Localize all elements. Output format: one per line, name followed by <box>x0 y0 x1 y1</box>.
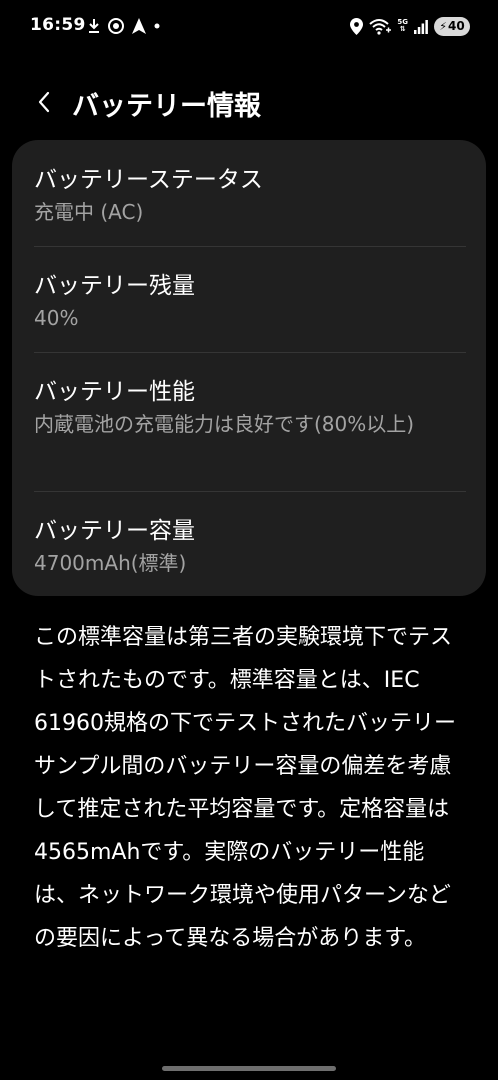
back-button[interactable] <box>30 88 58 116</box>
notification-dot-icon <box>153 22 161 30</box>
wifi-icon <box>369 18 392 35</box>
signal-icon <box>414 19 428 34</box>
status-bar: 16:59 5G ⇅ ⚡ 40 <box>0 0 498 56</box>
navigation-arrow-icon <box>132 18 146 34</box>
battery-performance-value: 内蔵電池の充電能力は良好です(80%以上) <box>34 412 415 436</box>
battery-capacity-row[interactable]: バッテリー容量 4700mAh(標準) <box>12 491 486 596</box>
data-arrows-icon: ⇅ <box>399 25 406 33</box>
charging-bolt-icon: ⚡ <box>439 19 448 33</box>
battery-status-row[interactable]: バッテリーステータス 充電中 (AC) <box>12 140 486 246</box>
battery-capacity-title: バッテリー容量 <box>34 518 195 544</box>
battery-level: 40 <box>448 19 465 33</box>
page-title: バッテリー情報 <box>72 91 261 122</box>
battery-capacity-value: 4700mAh(標準) <box>34 551 187 575</box>
capacity-description: この標準容量は第三者の実験環境下でテストされたものです。標準容量とは、IEC 6… <box>34 625 456 951</box>
target-app-icon <box>107 17 125 35</box>
status-left-icons <box>88 16 161 36</box>
battery-info-card: バッテリーステータス 充電中 (AC) バッテリー残量 40% バッテリー性能 … <box>12 140 486 596</box>
location-pin-icon <box>350 17 364 35</box>
status-time: 16:59 <box>30 15 86 35</box>
battery-status-value: 充電中 (AC) <box>34 200 144 224</box>
charging-battery-icon: ⚡ 40 <box>434 16 470 36</box>
battery-status-title: バッテリーステータス <box>34 167 263 193</box>
battery-level-title: バッテリー残量 <box>34 273 195 299</box>
chevron-left-icon <box>37 91 51 113</box>
battery-level-value: 40% <box>34 306 79 330</box>
home-indicator[interactable] <box>162 1066 336 1071</box>
mobile-data-icon: 5G ⇅ <box>397 19 408 33</box>
battery-performance-title: バッテリー性能 <box>34 379 195 405</box>
status-right-icons: 5G ⇅ ⚡ 40 <box>350 15 470 37</box>
battery-level-row[interactable]: バッテリー残量 40% <box>12 246 486 352</box>
download-icon <box>88 18 100 34</box>
header: バッテリー情報 <box>0 78 498 128</box>
battery-performance-row[interactable]: バッテリー性能 内蔵電池の充電能力は良好です(80%以上) <box>12 352 486 491</box>
